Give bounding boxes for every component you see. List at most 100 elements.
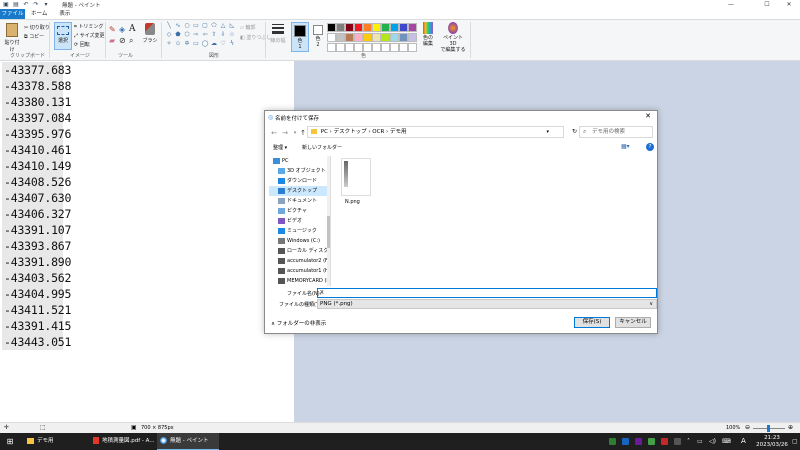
nav-item[interactable]: ドキュメント — [269, 196, 327, 206]
nav-item[interactable]: 3D オブジェクト — [269, 166, 327, 176]
palette-empty-swatch[interactable] — [336, 43, 345, 52]
nav-item[interactable]: MEMORYCARD (I:) — [269, 276, 327, 286]
tray-app-icon[interactable] — [674, 438, 681, 445]
fill-icon[interactable]: ◈ — [119, 25, 125, 34]
nav-item[interactable]: Windows (C:) — [269, 236, 327, 246]
zoom-in-button[interactable]: ⊕ — [788, 424, 793, 431]
paste-button[interactable]: 貼り付け — [3, 23, 21, 53]
taskbar-item-pdf[interactable]: 地積測量図.pdf - A... — [90, 433, 155, 450]
hexagon-shape-icon[interactable]: ⬡ — [183, 32, 191, 38]
pencil-icon[interactable]: ✎ — [109, 25, 116, 34]
text-icon[interactable]: A — [129, 24, 136, 34]
taskbar-item-paint[interactable]: 無題 - ペイント — [157, 433, 219, 450]
up-arrow-shape-icon[interactable]: ⇧ — [210, 32, 218, 38]
palette-empty-swatch[interactable] — [381, 43, 390, 52]
palette-swatch[interactable] — [336, 33, 345, 42]
color1-button[interactable]: 色 1 — [291, 22, 309, 52]
refresh-icon[interactable]: ↻ — [572, 127, 577, 137]
left-arrow-shape-icon[interactable]: ⇦ — [201, 32, 209, 38]
heart-shape-icon[interactable]: ♡ — [219, 41, 227, 47]
tab-home[interactable]: ホーム — [25, 9, 53, 19]
palette-swatch[interactable] — [399, 33, 408, 42]
help-icon[interactable]: ? — [646, 143, 654, 151]
fill-button[interactable]: ◧ 塗りつぶし — [240, 34, 271, 41]
filetype-select[interactable]: PNG (*.png) ∨ — [317, 299, 657, 309]
file-name[interactable]: N.png — [345, 199, 360, 205]
palette-empty-swatch[interactable] — [354, 43, 363, 52]
palette-swatch[interactable] — [408, 23, 417, 32]
quick-access-dropdown-icon[interactable]: ▾ — [42, 1, 50, 8]
palette-swatch[interactable] — [327, 33, 336, 42]
color-picker-icon[interactable]: ⊘ — [119, 36, 126, 45]
notification-icon[interactable]: ▢ — [792, 433, 798, 450]
search-box[interactable]: ⌕ デモ用の検索 — [579, 126, 653, 138]
palette-empty-swatch[interactable] — [408, 43, 417, 52]
organize-button[interactable]: 整理 ▾ — [273, 144, 287, 151]
zoom-slider[interactable] — [753, 425, 785, 432]
palette-swatch[interactable] — [408, 33, 417, 42]
palette-swatch[interactable] — [354, 23, 363, 32]
palette-swatch[interactable] — [390, 33, 399, 42]
palette-swatch[interactable] — [336, 23, 345, 32]
right-arrow-shape-icon[interactable]: ⇨ — [192, 32, 200, 38]
view-options-icon[interactable]: ▦▾ — [621, 143, 630, 150]
close-button[interactable]: ✕ — [778, 0, 800, 9]
palette-empty-swatch[interactable] — [399, 43, 408, 52]
polygon-shape-icon[interactable]: ⬠ — [210, 23, 218, 29]
triangle-shape-icon[interactable]: △ — [219, 23, 227, 29]
cut-button[interactable]: ✂ 切り取り — [24, 24, 50, 31]
zoom-slider-thumb[interactable] — [767, 425, 770, 432]
size-button[interactable]: 線の幅 — [269, 24, 287, 44]
rotate-button[interactable]: ⟳ 回転 — [74, 41, 90, 48]
redo-icon[interactable]: ↷ — [32, 1, 40, 8]
brush-button[interactable]: ブラシ — [142, 23, 158, 44]
palette-empty-swatch[interactable] — [363, 43, 372, 52]
palette-swatch[interactable] — [327, 23, 336, 32]
rectangle-shape-icon[interactable]: ▭ — [192, 23, 200, 29]
crop-button[interactable]: ⌗ トリミング — [74, 23, 103, 30]
palette-swatch[interactable] — [372, 23, 381, 32]
oval-shape-icon[interactable]: ○ — [183, 23, 191, 29]
tray-app-icon[interactable] — [622, 438, 629, 445]
pentagon-shape-icon[interactable]: ⬟ — [174, 32, 182, 38]
tray-app-icon[interactable] — [635, 438, 642, 445]
down-arrow-shape-icon[interactable]: ⇩ — [219, 32, 227, 38]
nav-item[interactable]: ミュージック — [269, 226, 327, 236]
cloud-callout-shape-icon[interactable]: ☁ — [210, 41, 218, 47]
nav-item[interactable]: ピクチャ — [269, 206, 327, 216]
nav-item[interactable]: ビデオ — [269, 216, 327, 226]
palette-empty-swatch[interactable] — [372, 43, 381, 52]
nav-item[interactable]: accumulator1 (H:) — [269, 266, 327, 276]
palette-empty-swatch[interactable] — [390, 43, 399, 52]
palette-empty-swatch[interactable] — [327, 43, 336, 52]
address-bar[interactable]: PC › デスクトップ › OCR › デモ用 ▾ ↻ — [307, 126, 577, 138]
copy-button[interactable]: ⧉ コピー — [24, 33, 44, 40]
callout-shape-icon[interactable]: ▭ — [192, 41, 200, 47]
nav-item[interactable]: ダウンロード — [269, 176, 327, 186]
outline-button[interactable]: ▱ 輪郭 — [240, 24, 255, 31]
select-button[interactable]: 選択 — [54, 22, 72, 50]
resize-button[interactable]: ⤢ サイズ変更 — [74, 32, 104, 39]
star-shape-icon[interactable]: ☆ — [228, 32, 236, 38]
forward-arrow-icon[interactable]: → — [280, 128, 290, 138]
drawing-canvas[interactable]: -43377.683 -43378.588 -43380.131 -43397.084… — [0, 61, 294, 422]
palette-empty-swatch[interactable] — [345, 43, 354, 52]
back-arrow-icon[interactable]: ← — [269, 128, 279, 138]
nav-item[interactable]: accumulator2 (F:) — [269, 256, 327, 266]
file-item[interactable] — [341, 158, 371, 196]
line-shape-icon[interactable]: ╲ — [165, 23, 173, 29]
palette-swatch[interactable] — [345, 33, 354, 42]
address-dropdown-icon[interactable]: ▾ — [546, 127, 549, 137]
paint3d-button[interactable]: ペイント 3D で編集する — [440, 22, 466, 53]
palette-swatch[interactable] — [363, 33, 372, 42]
palette-swatch[interactable] — [381, 33, 390, 42]
zoom-out-button[interactable]: ⊖ — [745, 424, 750, 431]
magnifier-icon[interactable]: ⌕ — [129, 36, 133, 46]
tray-app-icon[interactable] — [609, 438, 616, 445]
ime-indicator[interactable]: A — [741, 433, 746, 450]
nav-item[interactable]: PC — [269, 156, 327, 166]
windows-start-icon[interactable]: ⊞ — [4, 433, 16, 450]
filename-input[interactable]: X — [317, 288, 657, 298]
tray-app-icon[interactable] — [661, 438, 668, 445]
tab-file[interactable]: ファイル — [0, 9, 25, 19]
